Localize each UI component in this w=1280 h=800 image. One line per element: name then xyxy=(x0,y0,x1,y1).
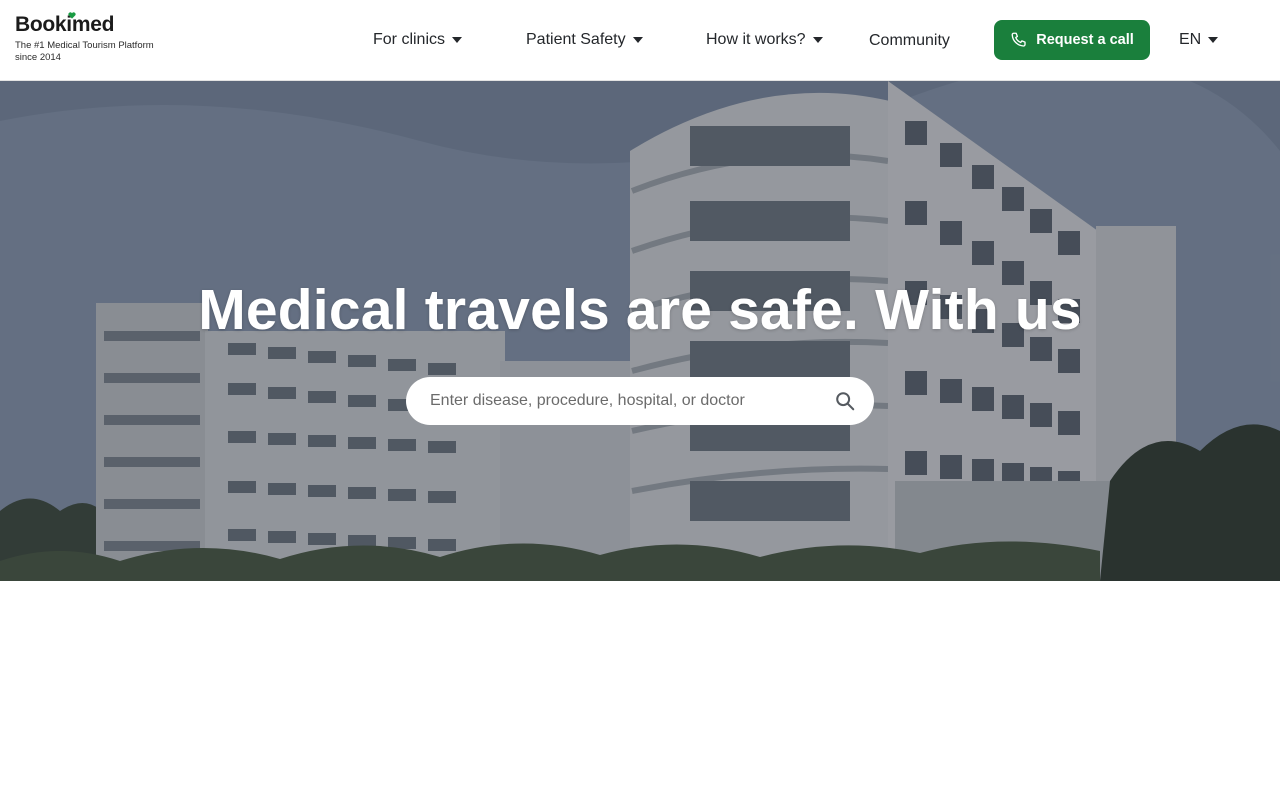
phone-icon xyxy=(1011,32,1026,47)
hero-title: Medical travels are safe. With us xyxy=(198,278,1082,342)
heart-icon xyxy=(68,12,76,19)
hero-section: Medical travels are safe. With us xyxy=(0,81,1280,581)
logo[interactable]: Bookimed The #1 Medical Tourism Platform… xyxy=(15,12,175,64)
logo-wordmark: Bookimed xyxy=(15,13,115,36)
nav-patient-safety-label: Patient Safety xyxy=(526,31,626,48)
logo-tagline: The #1 Medical Tourism Platform since 20… xyxy=(15,40,154,63)
chevron-down-icon xyxy=(452,37,463,43)
nav-community-label: Community xyxy=(869,32,950,49)
request-call-button[interactable]: Request a call xyxy=(994,20,1150,60)
request-call-label: Request a call xyxy=(1036,32,1134,48)
language-selector[interactable]: EN xyxy=(1179,29,1219,51)
language-current: EN xyxy=(1179,31,1202,48)
nav-for-clinics-label: For clinics xyxy=(373,31,446,48)
nav-how-it-works[interactable]: How it works? xyxy=(706,29,823,51)
nav-community[interactable]: Community xyxy=(869,30,950,52)
search-bar xyxy=(406,377,874,425)
chevron-down-icon xyxy=(1208,37,1219,43)
nav-for-clinics[interactable]: For clinics xyxy=(373,29,463,51)
nav-patient-safety[interactable]: Patient Safety xyxy=(526,29,643,51)
search-icon[interactable] xyxy=(834,390,856,412)
nav-how-it-works-label: How it works? xyxy=(706,31,806,48)
site-header: Bookimed The #1 Medical Tourism Platform… xyxy=(0,0,1280,81)
chevron-down-icon xyxy=(632,37,643,43)
search-input[interactable] xyxy=(430,392,834,410)
chevron-down-icon xyxy=(812,37,823,43)
